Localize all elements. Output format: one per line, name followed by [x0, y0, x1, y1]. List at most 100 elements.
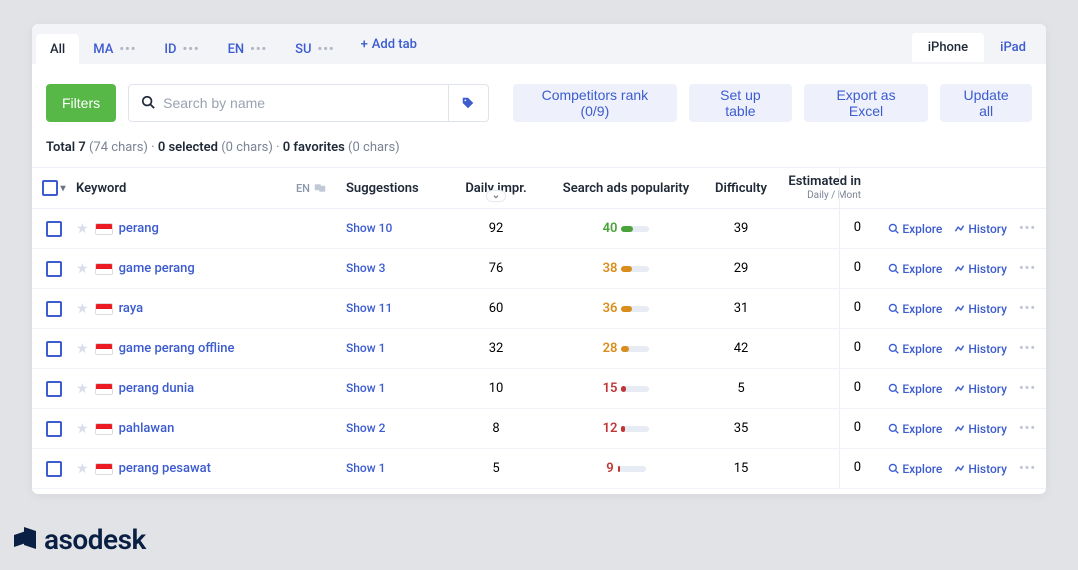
suggestions-link[interactable]: Show 3 — [346, 261, 385, 275]
difficulty-value: 29 — [701, 261, 781, 276]
history-link[interactable]: History — [954, 342, 1007, 356]
difficulty-value: 35 — [701, 421, 781, 436]
keyword-link[interactable]: raya — [119, 301, 144, 316]
chevron-down-icon[interactable]: ▾ — [60, 183, 65, 194]
row-checkbox[interactable] — [46, 261, 62, 277]
explore-link[interactable]: Explore — [888, 342, 942, 356]
suggestions-link[interactable]: Show 11 — [346, 301, 392, 315]
explore-link[interactable]: Explore — [888, 422, 942, 436]
more-icon[interactable]: ••• — [250, 42, 267, 57]
flag-icon — [95, 343, 113, 355]
add-tab-button[interactable]: + Add tab — [349, 37, 429, 52]
col-difficulty[interactable]: Difficulty — [701, 181, 781, 196]
locale-tab[interactable]: SU••• — [281, 34, 348, 64]
star-icon[interactable]: ★ — [76, 301, 89, 317]
chevron-down-icon[interactable]: ⌄ — [486, 190, 506, 202]
flag-icon — [95, 423, 113, 435]
search-tag-button[interactable] — [448, 85, 488, 121]
estimated-value: 0 — [781, 461, 861, 475]
history-link[interactable]: History — [954, 382, 1007, 396]
keyword-link[interactable]: perang dunia — [119, 381, 195, 396]
filters-button[interactable]: Filters — [46, 84, 116, 122]
keyword-link[interactable]: perang — [119, 221, 159, 236]
row-checkbox[interactable] — [46, 341, 62, 357]
table-row: ★pahlawanShow 2812350ExploreHistory••• — [32, 409, 1046, 449]
history-link[interactable]: History — [954, 262, 1007, 276]
lang-badge[interactable]: EN — [296, 182, 326, 195]
suggestions-link[interactable]: Show 2 — [346, 421, 385, 435]
flag-icon — [95, 463, 113, 475]
more-icon[interactable]: ••• — [183, 42, 200, 57]
history-link[interactable]: History — [954, 222, 1007, 236]
explore-link[interactable]: Explore — [888, 302, 942, 316]
daily-impr-value: 76 — [441, 261, 551, 276]
keyword-link[interactable]: game perang — [119, 261, 195, 276]
more-icon[interactable]: ••• — [1019, 381, 1036, 396]
difficulty-value: 42 — [701, 341, 781, 356]
update-all-button[interactable]: Update all — [940, 84, 1032, 122]
keyword-link[interactable]: pahlawan — [119, 421, 175, 436]
more-icon[interactable]: ••• — [1019, 341, 1036, 356]
more-icon[interactable]: ••• — [1019, 221, 1036, 236]
setup-table-button[interactable]: Set up table — [689, 84, 792, 122]
more-icon[interactable]: ••• — [1019, 261, 1036, 276]
table-row: ★rayaShow 116036310ExploreHistory••• — [32, 289, 1046, 329]
daily-impr-value: 60 — [441, 301, 551, 316]
table-row: ★perangShow 109240390ExploreHistory••• — [32, 209, 1046, 249]
row-checkbox[interactable] — [46, 421, 62, 437]
row-checkbox[interactable] — [46, 221, 62, 237]
star-icon[interactable]: ★ — [76, 421, 89, 437]
row-checkbox[interactable] — [46, 461, 62, 477]
explore-link[interactable]: Explore — [888, 262, 942, 276]
more-icon[interactable]: ••• — [119, 42, 136, 57]
more-icon[interactable]: ••• — [1019, 301, 1036, 316]
main-panel: AllMA•••ID•••EN•••SU••• + Add tab iPhone… — [32, 24, 1046, 494]
daily-impr-value: 10 — [441, 381, 551, 396]
daily-impr-value: 32 — [441, 341, 551, 356]
tab-label: EN — [228, 42, 245, 57]
table-row: ★perang duniaShow 1101550ExploreHistory•… — [32, 369, 1046, 409]
history-link[interactable]: History — [954, 462, 1007, 476]
star-icon[interactable]: ★ — [76, 261, 89, 277]
locale-tab[interactable]: ID••• — [150, 34, 213, 64]
star-icon[interactable]: ★ — [76, 221, 89, 237]
device-tab[interactable]: iPhone — [912, 33, 984, 62]
locale-tab[interactable]: EN ••• — [214, 34, 282, 64]
suggestions-link[interactable]: Show 1 — [346, 381, 385, 395]
history-link[interactable]: History — [954, 302, 1007, 316]
export-button[interactable]: Export as Excel — [804, 84, 928, 122]
col-suggestions[interactable]: Suggestions — [346, 181, 441, 196]
more-icon[interactable]: ••• — [1019, 421, 1036, 436]
summary-line: Total 7 (74 chars) · 0 selected (0 chars… — [32, 140, 1046, 167]
keyword-link[interactable]: game perang offline — [119, 341, 235, 356]
col-estimated[interactable]: Estimated in Daily / Mont — [781, 175, 861, 200]
locale-tab[interactable]: MA••• — [79, 34, 150, 64]
row-checkbox[interactable] — [46, 301, 62, 317]
col-sap[interactable]: Search ads popularity — [551, 181, 701, 196]
star-icon[interactable]: ★ — [76, 341, 89, 357]
device-tab[interactable]: iPad — [984, 33, 1042, 62]
col-keyword[interactable]: Keyword — [76, 181, 126, 196]
suggestions-link[interactable]: Show 10 — [346, 221, 392, 235]
history-link[interactable]: History — [954, 422, 1007, 436]
estimated-value: 0 — [781, 301, 861, 315]
suggestions-link[interactable]: Show 1 — [346, 341, 385, 355]
flag-icon — [95, 383, 113, 395]
table-row: ★game perangShow 37638290ExploreHistory•… — [32, 249, 1046, 289]
search-input[interactable] — [163, 95, 436, 111]
sap-cell: 9 — [551, 461, 701, 476]
select-all-checkbox[interactable] — [42, 180, 58, 196]
explore-link[interactable]: Explore — [888, 382, 942, 396]
explore-link[interactable]: Explore — [888, 222, 942, 236]
suggestions-link[interactable]: Show 1 — [346, 461, 385, 475]
row-checkbox[interactable] — [46, 381, 62, 397]
locale-tab[interactable]: All — [36, 34, 79, 64]
estimated-value: 0 — [781, 381, 861, 395]
star-icon[interactable]: ★ — [76, 381, 89, 397]
more-icon[interactable]: ••• — [1019, 461, 1036, 476]
keyword-link[interactable]: perang pesawat — [119, 461, 211, 476]
more-icon[interactable]: ••• — [318, 42, 335, 57]
competitors-button[interactable]: Competitors rank (0/9) — [513, 84, 677, 122]
star-icon[interactable]: ★ — [76, 461, 89, 477]
explore-link[interactable]: Explore — [888, 462, 942, 476]
